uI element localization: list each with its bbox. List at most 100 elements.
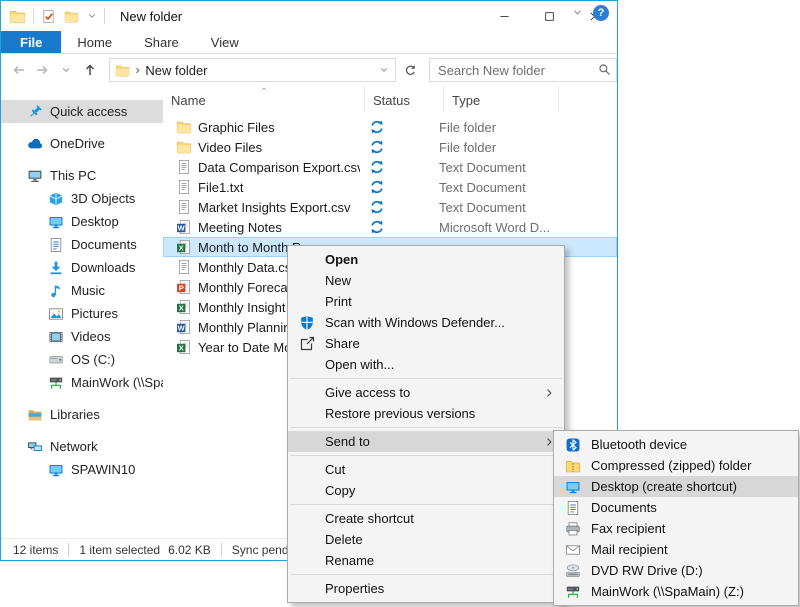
forward-button[interactable] — [31, 58, 55, 82]
properties-qat-icon[interactable] — [41, 9, 56, 24]
expand-ribbon-chevron-icon[interactable] — [572, 7, 583, 18]
ribbon-tab[interactable]: Home — [61, 31, 128, 53]
sidebar-item-label: MainWork (\\SpaMai — [71, 375, 163, 390]
menu-item[interactable]: Print — [288, 291, 564, 312]
menu-item-label: New — [325, 273, 555, 288]
minimize-button[interactable] — [482, 1, 527, 31]
menu-item[interactable]: Scan with Windows Defender... — [288, 312, 564, 333]
sidebar-item[interactable]: Videos — [1, 325, 163, 348]
menu-item[interactable]: Copy — [288, 480, 564, 501]
menu-item[interactable]: Cut — [288, 459, 564, 480]
file-row[interactable]: Data Comparison Export.csv Text Document — [163, 157, 617, 177]
menu-item[interactable]: Open — [288, 249, 564, 270]
menu-item[interactable] — [290, 427, 562, 428]
sidebar-item[interactable]: Downloads — [1, 256, 163, 279]
up-button[interactable] — [78, 58, 102, 82]
menu-item[interactable] — [290, 378, 562, 379]
refresh-button[interactable] — [399, 58, 421, 82]
help-icon[interactable]: ? — [593, 5, 609, 21]
menu-item[interactable]: Open with... — [288, 354, 564, 375]
menu-item[interactable]: Mail recipient — [554, 539, 798, 560]
sidebar-item[interactable]: Network — [1, 435, 163, 458]
sidebar-item[interactable]: 3D Objects — [1, 187, 163, 210]
sidebar-item[interactable]: OneDrive — [1, 132, 163, 155]
customize-qat-chevron-icon[interactable] — [87, 11, 97, 21]
address-bar[interactable]: New folder — [109, 58, 396, 82]
quick-access-toolbar — [41, 9, 97, 24]
menu-item[interactable]: Give access to — [288, 382, 564, 403]
menu-item[interactable] — [290, 504, 562, 505]
menu-item-label: Documents — [591, 500, 789, 515]
sidebar-item[interactable]: OS (C:) — [1, 348, 163, 371]
menu-item-label: Create shortcut — [325, 511, 555, 526]
ribbon-tab[interactable]: File — [1, 31, 61, 53]
menu-item[interactable]: Create shortcut — [288, 508, 564, 529]
excel-icon — [176, 339, 192, 355]
selection-size: 6.02 KB — [168, 543, 211, 557]
menu-item[interactable] — [290, 455, 562, 456]
column-header-label: Status — [373, 93, 410, 108]
search-input[interactable] — [429, 58, 617, 82]
recent-locations-chevron-icon[interactable] — [54, 58, 78, 82]
menu-item[interactable]: MainWork (\\SpaMain) (Z:) — [554, 581, 798, 602]
menu-item[interactable]: Restore previous versions — [288, 403, 564, 424]
menu-item[interactable]: Compressed (zipped) folder — [554, 455, 798, 476]
pc-icon — [27, 168, 43, 184]
breadcrumb[interactable]: New folder — [145, 63, 207, 78]
sidebar-item[interactable]: This PC — [1, 164, 163, 187]
window-title: New folder — [120, 9, 182, 24]
maximize-button[interactable] — [527, 1, 572, 31]
sidebar-item-label: Network — [50, 439, 98, 454]
back-button[interactable] — [7, 58, 31, 82]
menu-item-label: Send to — [325, 434, 543, 449]
menu-item[interactable]: Documents — [554, 497, 798, 518]
sidebar-item-label: OS (C:) — [71, 352, 115, 367]
breadcrumb-chevron-icon[interactable] — [130, 66, 145, 75]
column-header[interactable]: Name — [163, 86, 365, 112]
menu-item[interactable]: Rename — [288, 550, 564, 571]
menu-item-label: Bluetooth device — [591, 437, 789, 452]
ribbon-tab[interactable]: Share — [128, 31, 195, 53]
file-row[interactable]: Video Files File folder — [163, 137, 617, 157]
file-row[interactable]: File1.txt Text Document — [163, 177, 617, 197]
folder-icon — [176, 139, 192, 155]
libraries-icon — [27, 407, 43, 423]
menu-item[interactable]: DVD RW Drive (D:) — [554, 560, 798, 581]
share-icon — [294, 336, 320, 352]
menu-item[interactable]: Desktop (create shortcut) — [554, 476, 798, 497]
menu-item[interactable]: Delete — [288, 529, 564, 550]
column-header[interactable]: Type — [444, 86, 559, 112]
sidebar-item[interactable]: Documents — [1, 233, 163, 256]
new-folder-qat-icon[interactable] — [64, 9, 79, 24]
sidebar-item[interactable]: Music — [1, 279, 163, 302]
menu-item[interactable]: Bluetooth device — [554, 434, 798, 455]
file-row[interactable]: Meeting Notes Microsoft Word D... — [163, 217, 617, 237]
ribbon-tab[interactable]: View — [195, 31, 255, 53]
sidebar-item[interactable]: MainWork (\\SpaMai — [1, 371, 163, 394]
menu-item[interactable]: New — [288, 270, 564, 291]
sidebar-item[interactable]: SPAWIN10 — [1, 458, 163, 481]
file-row[interactable]: Graphic Files File folder — [163, 117, 617, 137]
menu-item[interactable]: Send to — [288, 431, 564, 452]
sidebar-item[interactable]: Libraries — [1, 403, 163, 426]
menu-item[interactable]: Properties — [288, 578, 564, 599]
sidebar-item[interactable]: Quick access — [1, 100, 163, 123]
file-type: Text Document — [439, 200, 526, 215]
address-dropdown-chevron-icon[interactable] — [379, 65, 389, 75]
document-icon — [48, 237, 64, 253]
sidebar-item[interactable]: Desktop — [1, 210, 163, 233]
file-name: Video Files — [192, 140, 360, 155]
search-icon[interactable] — [598, 63, 611, 81]
menu-item[interactable] — [290, 574, 562, 575]
sidebar-item-label: Libraries — [50, 407, 100, 422]
column-header[interactable]: Status — [365, 86, 444, 112]
sidebar-item[interactable]: Pictures — [1, 302, 163, 325]
menu-item[interactable]: Share — [288, 333, 564, 354]
cube-icon — [48, 191, 64, 207]
selection-count: 1 item selected — [79, 543, 160, 557]
text-icon — [176, 199, 192, 215]
menu-item[interactable]: Fax recipient — [554, 518, 798, 539]
column-headers: Name Status Type — [163, 86, 617, 112]
file-row[interactable]: Market Insights Export.csv Text Document — [163, 197, 617, 217]
menu-item-label: Open — [325, 252, 555, 267]
